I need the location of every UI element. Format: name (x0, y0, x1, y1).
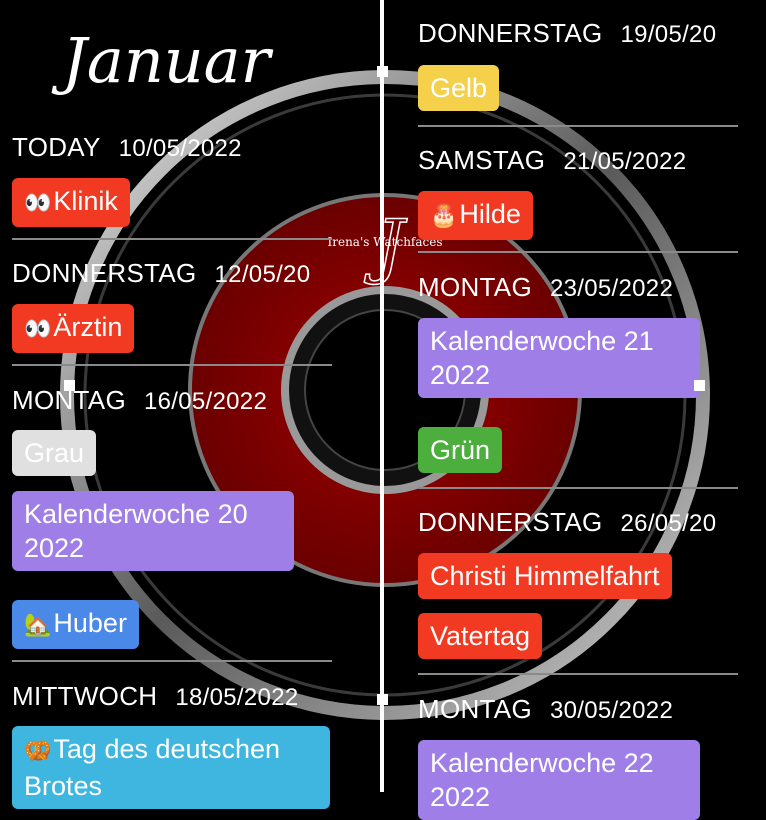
event-title: Huber (53, 608, 127, 638)
day-date: 12/05/20 (214, 261, 311, 288)
event-title: Vatertag (430, 621, 531, 651)
event-title: Klinik (53, 186, 118, 216)
event-title: Gelb (430, 73, 488, 103)
column-divider (380, 0, 384, 792)
eyes-icon: 👀 (24, 317, 52, 342)
day-separator (418, 125, 738, 127)
event-chip[interactable]: Kalenderwoche 20 2022 (12, 491, 294, 571)
event-title: Grau (24, 438, 85, 468)
day-date: 30/05/2022 (549, 697, 674, 724)
event-chip[interactable]: Vatertag (418, 613, 543, 659)
event-chip[interactable]: 👀Klinik (12, 178, 130, 227)
day-label: DONNERSTAG (12, 258, 197, 288)
event-title: Christi Himmelfahrt (430, 561, 660, 591)
day-separator (418, 673, 738, 675)
day-header: TODAY 10/05/2022 (12, 132, 242, 163)
event-chip[interactable]: Kalenderwoche 21 2022 (418, 318, 700, 398)
day-header: DONNERSTAG 12/05/20 (12, 258, 310, 289)
eyes-icon: 👀 (24, 191, 52, 216)
day-label: MONTAG (418, 272, 532, 302)
day-header: DONNERSTAG 19/05/20 (418, 18, 716, 49)
day-header: MONTAG 30/05/2022 (418, 694, 673, 725)
month-title: Januar (62, 24, 271, 97)
resize-handle[interactable] (694, 380, 705, 391)
event-title: Hilde (459, 199, 521, 229)
day-label: SAMSTAG (418, 145, 546, 175)
resize-handle[interactable] (64, 380, 75, 391)
day-label: DONNERSTAG (418, 18, 603, 48)
resize-handle[interactable] (377, 66, 388, 77)
day-label: MONTAG (418, 694, 532, 724)
day-header: MONTAG 23/05/2022 (418, 272, 673, 303)
house-tree-icon: 🏡 (24, 613, 52, 638)
event-chip[interactable]: Christi Himmelfahrt (418, 553, 672, 599)
day-date: 16/05/2022 (143, 388, 268, 415)
day-header: SAMSTAG 21/05/2022 (418, 145, 686, 176)
event-chip[interactable]: Grün (418, 427, 503, 473)
resize-handle[interactable] (377, 694, 388, 705)
event-title: Kalenderwoche 20 2022 (24, 499, 248, 563)
event-title: Kalenderwoche 22 2022 (430, 748, 654, 812)
event-chip[interactable]: Gelb (418, 65, 500, 111)
day-label: DONNERSTAG (418, 507, 603, 537)
event-chip[interactable]: 🏡Huber (12, 600, 139, 649)
event-title: Kalenderwoche 21 2022 (430, 326, 654, 390)
day-date: 21/05/2022 (563, 148, 687, 175)
day-separator (12, 364, 332, 366)
day-header: MITTWOCH 18/05/2022 (12, 681, 299, 712)
day-date: 19/05/20 (620, 21, 717, 48)
day-date: 18/05/2022 (175, 684, 299, 711)
event-title: Tag des deutschen Brotes (24, 734, 281, 801)
event-title: Grün (430, 435, 491, 465)
event-chip[interactable]: 👀Ärztin (12, 304, 135, 353)
day-separator (418, 487, 738, 489)
day-separator (418, 251, 738, 253)
day-label: MITTWOCH (12, 681, 158, 711)
day-date: 26/05/20 (620, 510, 717, 537)
day-separator (12, 238, 332, 240)
day-date: 10/05/2022 (118, 135, 242, 162)
day-label: TODAY (12, 132, 101, 162)
event-chip[interactable]: Grau (12, 430, 97, 476)
day-separator (12, 660, 332, 662)
day-date: 23/05/2022 (549, 275, 674, 302)
pretzel-icon: 🥨 (24, 739, 52, 764)
event-title: Ärztin (53, 312, 123, 342)
event-chip[interactable]: 🎂Hilde (418, 191, 533, 240)
event-chip[interactable]: 🥨Tag des deutschen Brotes (12, 726, 330, 809)
event-chip[interactable]: Kalenderwoche 22 2022 (418, 740, 700, 820)
day-header: MONTAG 16/05/2022 (12, 385, 267, 416)
day-header: DONNERSTAG 26/05/20 (418, 507, 716, 538)
birthday-cake-icon: 🎂 (430, 204, 458, 229)
